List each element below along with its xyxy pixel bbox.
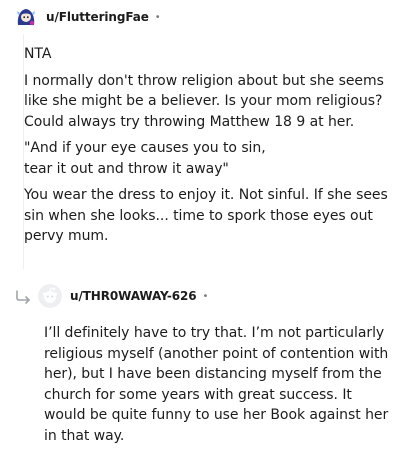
comment-body: NTA I normally don't throw religion abou…: [24, 44, 390, 253]
comment-paragraph: NTA: [24, 46, 52, 62]
comment-header: u/FlutteringFae •: [14, 3, 161, 31]
separator-dot: •: [202, 290, 209, 302]
fairy-avatar-icon: [14, 5, 38, 29]
separator-dot: •: [154, 11, 161, 23]
username[interactable]: u/FlutteringFae: [46, 10, 149, 24]
reply-header: u/THR0WAWAY-626 •: [14, 282, 208, 310]
avatar[interactable]: [14, 5, 38, 29]
comment-quote-line: "And if your eye causes you to sin,: [24, 140, 266, 156]
reply-arrow-icon: [16, 290, 30, 304]
comment-quote-line: tear it out and throw it away": [24, 160, 229, 177]
avatar[interactable]: [38, 284, 62, 308]
reply-body: I’ll definitely have to try that. I’m no…: [44, 323, 389, 452]
reply-paragraph: I’ll definitely have to try that. I’m no…: [44, 325, 389, 444]
comment-paragraph: I normally don't throw religion about bu…: [24, 72, 384, 130]
comment-paragraph: You wear the dress to enjoy it. Not sinf…: [24, 187, 388, 244]
username[interactable]: u/THR0WAWAY-626: [70, 289, 197, 303]
default-snoo-avatar-icon: [38, 284, 62, 308]
